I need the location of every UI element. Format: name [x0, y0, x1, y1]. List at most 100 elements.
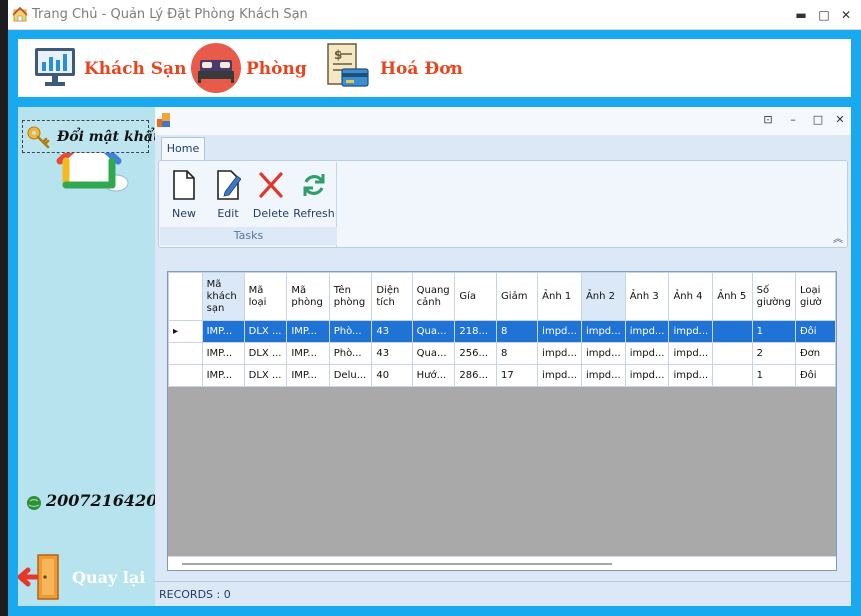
- child-maximize-button[interactable]: □: [810, 113, 826, 127]
- records-count: RECORDS : 0: [159, 588, 231, 601]
- table-cell[interactable]: 8: [496, 320, 539, 343]
- table-cell[interactable]: [712, 342, 753, 365]
- child-restore-button[interactable]: ⊡: [760, 113, 776, 127]
- column-header[interactable]: Ảnh 5: [712, 272, 753, 321]
- column-header[interactable]: Ảnh 1: [537, 272, 582, 321]
- refresh-button[interactable]: Refresh: [292, 170, 336, 226]
- table-cell[interactable]: [712, 364, 753, 387]
- table-cell[interactable]: DLX ...: [243, 320, 288, 343]
- row-indicator[interactable]: [168, 342, 203, 365]
- column-header[interactable]: Ảnh 4: [668, 272, 714, 321]
- maximize-button[interactable]: □: [814, 6, 834, 24]
- edit-document-icon: [217, 170, 241, 200]
- table-cell[interactable]: impd...: [580, 342, 626, 365]
- table-cell[interactable]: 17: [496, 364, 539, 387]
- invoice-icon: $: [327, 43, 369, 87]
- column-header[interactable]: Tên phòng: [328, 272, 373, 321]
- table-cell[interactable]: 43: [371, 320, 413, 343]
- table-cell[interactable]: impd...: [580, 320, 626, 343]
- column-header[interactable]: Mã loại: [243, 272, 288, 321]
- refresh-label: Refresh: [293, 207, 335, 220]
- table-cell[interactable]: Phò...: [328, 342, 373, 365]
- top-navigation: Khách Sạn Phòng $ Hoá Đơn: [18, 39, 851, 97]
- table-cell[interactable]: Hướ...: [411, 364, 456, 387]
- table-cell[interactable]: Qua...: [411, 342, 456, 365]
- table-cell[interactable]: impd...: [580, 364, 626, 387]
- table-cell[interactable]: DLX ...: [243, 342, 288, 365]
- nav-khach-san-button[interactable]: Khách Sạn: [18, 39, 186, 97]
- bed-icon: [191, 43, 241, 93]
- collapse-ribbon-icon[interactable]: ︽: [833, 230, 843, 245]
- table-cell[interactable]: 1: [751, 320, 796, 343]
- table-cell[interactable]: Đơn: [794, 342, 836, 365]
- column-header[interactable]: Gía: [454, 272, 498, 321]
- column-header[interactable]: Giảm: [496, 272, 539, 321]
- table-cell[interactable]: impd...: [537, 364, 582, 387]
- column-header[interactable]: Diện tích: [371, 272, 413, 321]
- user-id: 2007216420: [46, 491, 158, 510]
- table-row[interactable]: IMP... DLX ... IMP... Delu... 40 Hướ... 286...…: [168, 364, 836, 387]
- table-cell[interactable]: Delu...: [328, 364, 373, 387]
- back-label: Quay lại: [72, 568, 146, 587]
- table-cell[interactable]: IMP...: [201, 364, 245, 387]
- column-header[interactable]: Mã phòng: [286, 272, 330, 321]
- table-cell[interactable]: impd...: [624, 342, 670, 365]
- row-indicator[interactable]: ▸: [168, 320, 203, 343]
- table-cell[interactable]: impd...: [537, 320, 582, 343]
- table-cell[interactable]: 2: [751, 342, 796, 365]
- table-cell[interactable]: DLX ...: [243, 364, 288, 387]
- column-header[interactable]: Ảnh 3: [624, 272, 670, 321]
- table-cell[interactable]: [712, 320, 753, 343]
- table-cell[interactable]: IMP...: [201, 320, 245, 343]
- key-icon: [27, 126, 50, 149]
- tab-home[interactable]: Home: [161, 137, 205, 161]
- table-cell[interactable]: IMP...: [286, 320, 330, 343]
- child-minimize-button[interactable]: –: [785, 113, 801, 127]
- table-cell[interactable]: impd...: [537, 342, 582, 365]
- table-cell[interactable]: 40: [371, 364, 413, 387]
- nav-khach-san-label: Khách Sạn: [84, 59, 187, 79]
- table-cell[interactable]: impd...: [668, 364, 714, 387]
- table-cell[interactable]: impd...: [668, 342, 714, 365]
- column-header[interactable]: Mã khách sạn: [201, 272, 245, 321]
- table-cell[interactable]: 1: [751, 364, 796, 387]
- table-cell[interactable]: 218...: [454, 320, 498, 343]
- table-row[interactable]: IMP... DLX ... IMP... Phò... 43 Qua... 256... 8…: [168, 342, 836, 365]
- table-cell[interactable]: Qua...: [411, 320, 456, 343]
- hotel-data-grid[interactable]: Mã khách sạn Mã loại Mã phòng Tên phòng …: [167, 271, 837, 571]
- change-password-button[interactable]: Đổi mật khẩu: [22, 120, 163, 153]
- ribbon-panel: New Edit Delete Refresh Tasks ︽: [158, 160, 848, 248]
- table-cell[interactable]: 256...: [454, 342, 498, 365]
- sidebar: [18, 107, 157, 606]
- close-button[interactable]: ✕: [836, 6, 856, 24]
- table-cell[interactable]: IMP...: [286, 342, 330, 365]
- table-cell[interactable]: impd...: [624, 364, 670, 387]
- window-title: Trang Chủ - Quản Lý Đặt Phòng Khách Sạn: [32, 7, 308, 22]
- column-header[interactable]: Quang cảnh: [411, 272, 456, 321]
- ribbon: Home New Edit Delete Refresh Tasks ︽: [155, 135, 851, 251]
- table-cell[interactable]: impd...: [624, 320, 670, 343]
- nav-hoa-don-button[interactable]: $ Hoá Đơn: [318, 39, 463, 97]
- column-header[interactable]: Ảnh 2: [580, 272, 626, 321]
- table-cell[interactable]: 8: [496, 342, 539, 365]
- column-header[interactable]: Loại giườ: [794, 272, 836, 321]
- table-cell[interactable]: IMP...: [286, 364, 330, 387]
- table-cell[interactable]: Đôi: [794, 320, 836, 343]
- table-cell[interactable]: Đôi: [794, 364, 836, 387]
- child-close-button[interactable]: ✕: [832, 113, 848, 127]
- nav-phong-button[interactable]: Phòng: [190, 39, 310, 97]
- table-cell[interactable]: 286...: [454, 364, 498, 387]
- minimize-button[interactable]: ▬: [791, 6, 811, 24]
- table-cell[interactable]: impd...: [668, 320, 714, 343]
- scrollbar-thumb[interactable]: [182, 563, 612, 565]
- table-cell[interactable]: IMP...: [201, 342, 245, 365]
- table-row[interactable]: ▸ IMP... DLX ... IMP... Phò... 43 Qua... 218...…: [168, 320, 836, 343]
- horizontal-scrollbar[interactable]: [168, 556, 836, 570]
- column-header[interactable]: Số giường: [751, 272, 796, 321]
- row-indicator[interactable]: [168, 364, 203, 387]
- tasks-group: New Edit Delete Refresh Tasks: [160, 162, 337, 247]
- status-bar: RECORDS : 0: [155, 581, 851, 606]
- table-cell[interactable]: 43: [371, 342, 413, 365]
- refresh-icon: [303, 174, 325, 196]
- table-cell[interactable]: Phò...: [328, 320, 373, 343]
